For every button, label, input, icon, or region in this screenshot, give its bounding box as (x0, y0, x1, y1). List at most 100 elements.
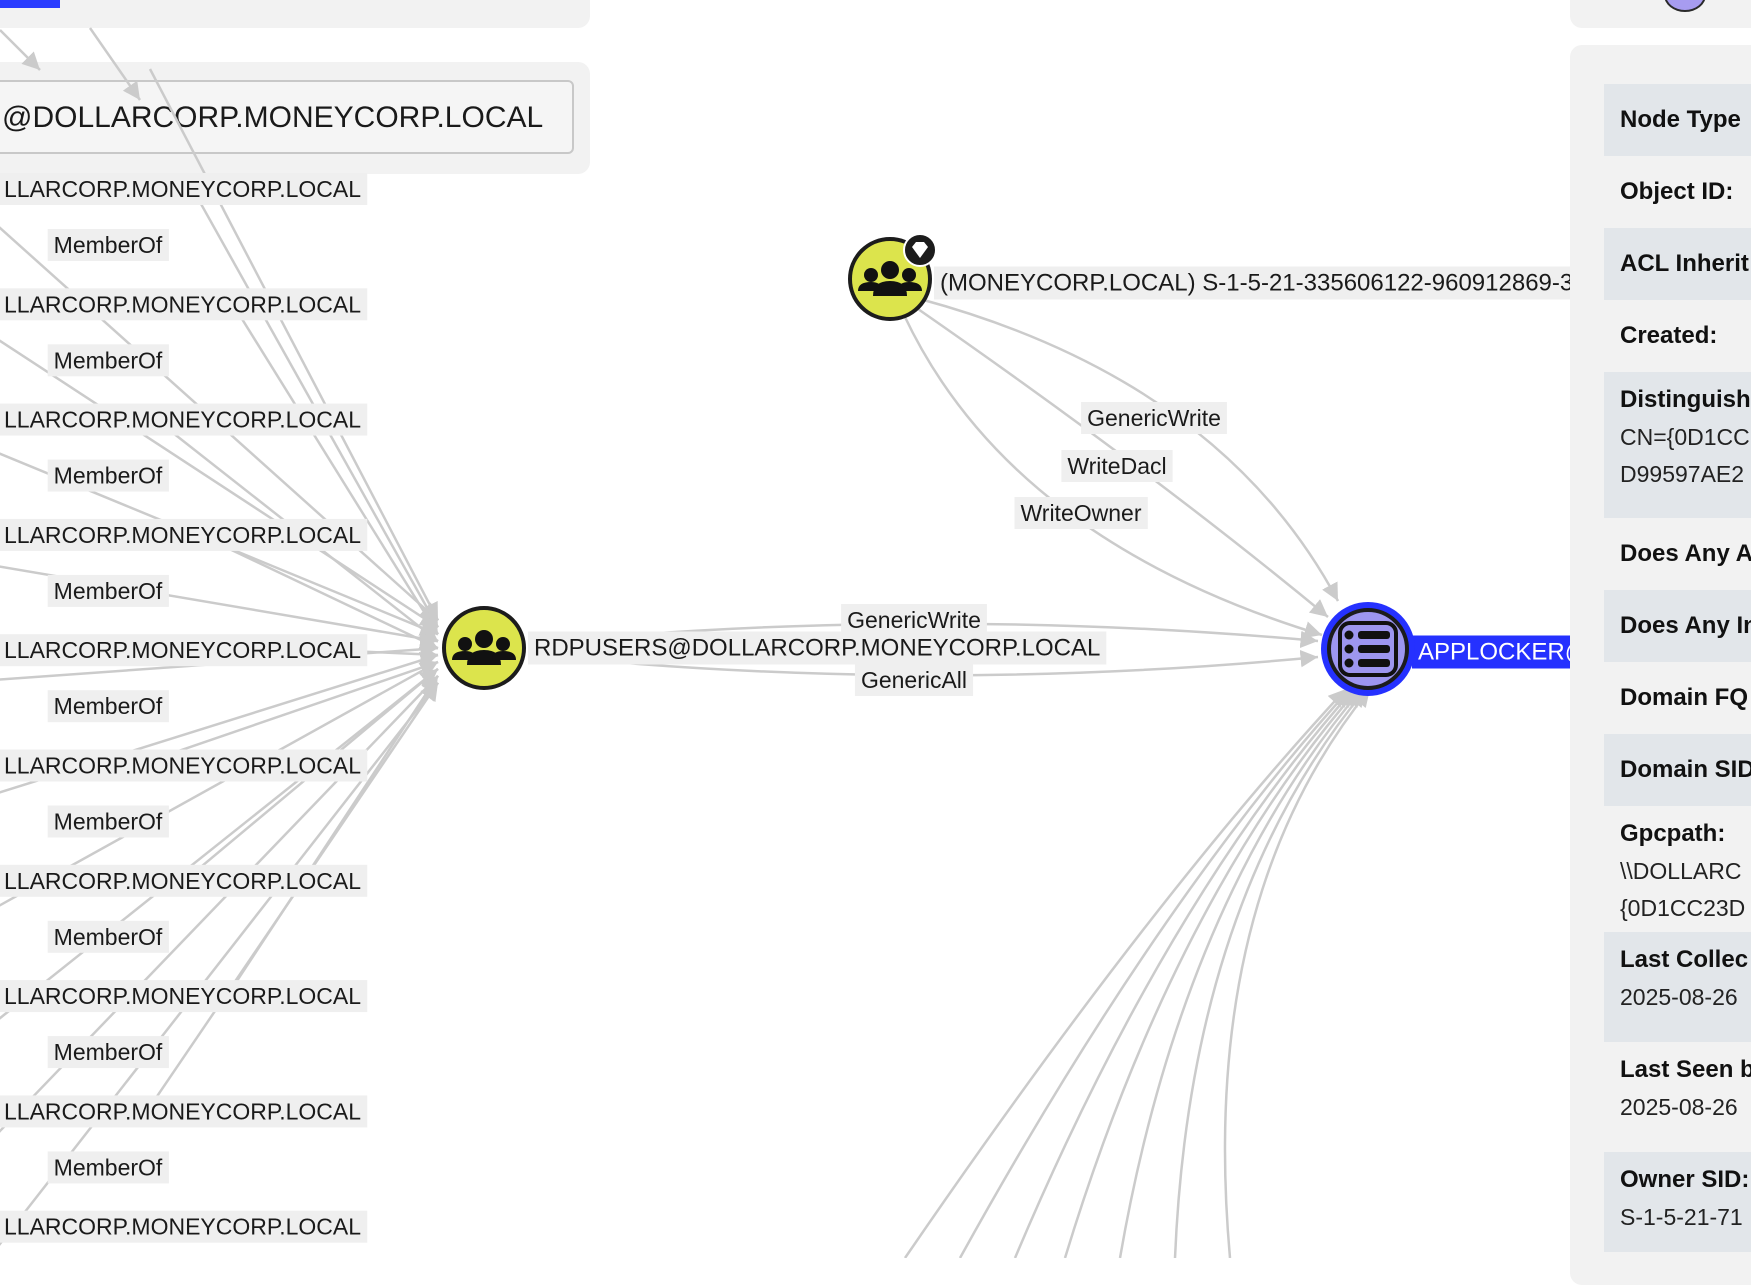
property-label: Created: (1620, 322, 1718, 349)
property-value: CN={0D1CC (1620, 424, 1750, 450)
property-row: Domain SID (1604, 734, 1751, 806)
memberof-edge[interactable] (0, 29, 41, 71)
svg-text:MemberOf: MemberOf (54, 693, 163, 719)
left-node-label[interactable]: LLARCORP.MONEYCORP.LOCAL (0, 634, 368, 667)
property-label: Node Type (1620, 106, 1741, 133)
property-label: Gpcpath: (1620, 820, 1726, 847)
property-value: 2025-08-26 (1620, 984, 1738, 1010)
left-node-label[interactable]: LLARCORP.MONEYCORP.LOCAL (0, 288, 368, 321)
svg-text:LLARCORP.MONEYCORP.LOCAL: LLARCORP.MONEYCORP.LOCAL (4, 1214, 361, 1240)
svg-text:APPLOCKER@: APPLOCKER@ (1418, 639, 1589, 666)
applocker-gpo-node[interactable] (1321, 602, 1415, 696)
left-node-label[interactable]: LLARCORP.MONEYCORP.LOCAL (0, 749, 368, 782)
svg-text:LLARCORP.MONEYCORP.LOCAL: LLARCORP.MONEYCORP.LOCAL (4, 1098, 361, 1124)
property-row: Domain FQ (1604, 662, 1751, 734)
edge-label-rdp-genericwrite[interactable]: GenericWrite (841, 604, 987, 636)
svg-text:LLARCORP.MONEYCORP.LOCAL: LLARCORP.MONEYCORP.LOCAL (4, 637, 361, 663)
property-value: \\DOLLARC (1620, 858, 1742, 884)
svg-text:RDPUSERS@DOLLARCORP.MONEYCORP.: RDPUSERS@DOLLARCORP.MONEYCORP.LOCAL (534, 635, 1100, 662)
labels-layer: LLARCORP.MONEYCORP.LOCAL MemberOf LLARCORP… (0, 173, 1606, 1243)
property-label: Owner SID: (1620, 1166, 1750, 1193)
property-row: Does Any A (1604, 518, 1751, 590)
memberof-edge[interactable] (0, 674, 439, 1142)
svg-text:MemberOf: MemberOf (54, 578, 163, 604)
svg-text:GenericWrite: GenericWrite (1087, 405, 1221, 431)
property-row: ACL Inherit (1604, 228, 1751, 300)
incoming-edge[interactable] (903, 688, 1347, 1258)
rdpusers-group-node[interactable] (442, 606, 526, 690)
memberof-edge-label[interactable]: MemberOf (47, 344, 169, 377)
svg-text:LLARCORP.MONEYCORP.LOCAL: LLARCORP.MONEYCORP.LOCAL (4, 407, 361, 433)
svg-text:LLARCORP.MONEYCORP.LOCAL: LLARCORP.MONEYCORP.LOCAL (4, 291, 361, 317)
edge-label-genericwrite[interactable]: GenericWrite (1081, 402, 1227, 434)
property-label: ACL Inherit (1620, 250, 1749, 277)
svg-text:GenericAll: GenericAll (861, 667, 967, 693)
tier-zero-gem-icon (903, 233, 937, 267)
svg-text:MemberOf: MemberOf (54, 463, 163, 489)
memberof-edge-label[interactable]: MemberOf (47, 1151, 169, 1184)
property-value: {0D1CC23D (1620, 895, 1746, 921)
property-label: Domain SID (1620, 756, 1751, 783)
left-node-label[interactable]: LLARCORP.MONEYCORP.LOCAL (0, 1210, 368, 1243)
property-row: Node Type (1604, 84, 1751, 156)
svg-text:WriteOwner: WriteOwner (1021, 500, 1142, 526)
memberof-edge-label[interactable]: MemberOf (47, 229, 169, 261)
left-node-label[interactable]: LLARCORP.MONEYCORP.LOCAL (0, 173, 368, 205)
incoming-edge[interactable] (1013, 688, 1355, 1258)
memberof-edge-label[interactable]: MemberOf (47, 574, 169, 607)
property-row: Does Any In (1604, 590, 1751, 662)
svg-text:WriteDacl: WriteDacl (1067, 453, 1166, 479)
property-label: Does Any In (1620, 612, 1751, 639)
graph-canvas[interactable]: LLARCORP.MONEYCORP.LOCAL MemberOf LLARCORP… (0, 0, 1751, 1258)
property-value: D99597AE2 (1620, 461, 1745, 487)
svg-text:LLARCORP.MONEYCORP.LOCAL: LLARCORP.MONEYCORP.LOCAL (4, 522, 361, 548)
property-label: Last Seen b (1620, 1056, 1751, 1083)
property-value: 2025-08-26 (1620, 1094, 1738, 1120)
svg-text:MemberOf: MemberOf (54, 809, 163, 835)
sid-group-node[interactable] (848, 233, 937, 321)
svg-text:MemberOf: MemberOf (54, 347, 163, 373)
property-value: S-1-5-21-71 (1620, 1204, 1743, 1230)
property-label: Domain FQ (1620, 684, 1749, 711)
left-node-label[interactable]: LLARCORP.MONEYCORP.LOCAL (0, 403, 368, 436)
svg-text:MemberOf: MemberOf (54, 924, 163, 950)
property-row: Owner SID: S-1-5-21-71 (1604, 1152, 1751, 1252)
property-row: Last Seen b 2025-08-26 (1604, 1042, 1751, 1152)
svg-text:LLARCORP.MONEYCORP.LOCAL: LLARCORP.MONEYCORP.LOCAL (4, 983, 361, 1009)
memberof-edge-label[interactable]: MemberOf (47, 805, 169, 838)
svg-text:(MONEYCORP.LOCAL) S-1-5-21-335: (MONEYCORP.LOCAL) S-1-5-21-335606122-960… (940, 270, 1600, 297)
memberof-edge-label[interactable]: MemberOf (47, 690, 169, 723)
property-row: Object ID: (1604, 156, 1751, 228)
entity-info-panel: Node Type Object ID: ACL Inherit Created: Di… (1570, 45, 1751, 1285)
rdpusers-node-label[interactable]: RDPUSERS@DOLLARCORP.MONEYCORP.LOCAL (528, 631, 1107, 665)
property-label: Last Collec (1620, 946, 1749, 973)
sid-group-node-label[interactable]: (MONEYCORP.LOCAL) S-1-5-21-335606122-960… (934, 266, 1606, 300)
svg-text:MemberOf: MemberOf (54, 232, 163, 258)
memberof-edge-label[interactable]: MemberOf (47, 459, 169, 492)
property-row: Distinguish CN={0D1CC D99597AE2 (1604, 372, 1751, 518)
memberof-edge-label[interactable]: MemberOf (47, 920, 169, 953)
memberof-edge-label[interactable]: MemberOf (47, 1036, 169, 1069)
svg-text:MemberOf: MemberOf (54, 1039, 163, 1065)
applocker-node-label[interactable]: APPLOCKER@ (1412, 635, 1596, 669)
property-row: Last Collec 2025-08-26 (1604, 932, 1751, 1042)
memberof-edge[interactable] (88, 27, 142, 101)
svg-text:LLARCORP.MONEYCORP.LOCAL: LLARCORP.MONEYCORP.LOCAL (4, 176, 361, 202)
property-label: Does Any A (1620, 540, 1751, 567)
incoming-gpo-edges (903, 688, 1371, 1258)
left-node-label[interactable]: LLARCORP.MONEYCORP.LOCAL (0, 518, 368, 551)
property-row: Gpcpath: \\DOLLARC {0D1CC23D (1604, 806, 1751, 932)
edge-label-writeowner[interactable]: WriteOwner (1014, 497, 1148, 529)
property-label: Object ID: (1620, 178, 1734, 205)
property-label: Distinguish (1620, 386, 1751, 413)
memberof-edge[interactable] (228, 298, 440, 635)
side-header-card (1570, 0, 1751, 28)
svg-text:LLARCORP.MONEYCORP.LOCAL: LLARCORP.MONEYCORP.LOCAL (4, 868, 361, 894)
svg-text:GenericWrite: GenericWrite (847, 607, 981, 633)
property-row: Created: (1604, 300, 1751, 372)
edge-label-rdp-genericall[interactable]: GenericAll (854, 664, 974, 696)
left-node-label[interactable]: LLARCORP.MONEYCORP.LOCAL (0, 864, 368, 897)
left-node-label[interactable]: LLARCORP.MONEYCORP.LOCAL (0, 1095, 368, 1128)
edge-label-writedacl[interactable]: WriteDacl (1061, 450, 1173, 482)
left-node-label[interactable]: LLARCORP.MONEYCORP.LOCAL (0, 980, 368, 1013)
